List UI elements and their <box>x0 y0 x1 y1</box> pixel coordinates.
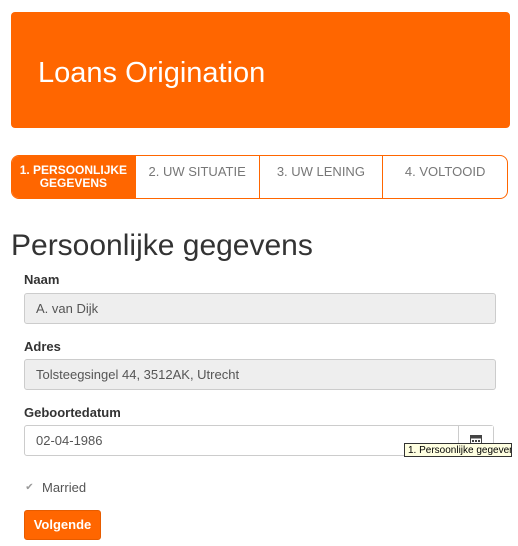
married-label: Married <box>42 480 87 495</box>
adres-label: Adres <box>24 339 61 354</box>
app-header: Loans Origination <box>11 12 510 128</box>
naam-field[interactable]: A. van Dijk <box>24 293 496 324</box>
adres-field[interactable]: Tolsteegsingel 44, 3512AK, Utrecht <box>24 359 496 390</box>
next-button[interactable]: Volgende <box>24 510 101 540</box>
step-uw-lening[interactable]: 3. UW LENING <box>260 156 384 198</box>
married-checkbox[interactable]: ✔ <box>24 482 35 493</box>
geboortedatum-value: 02-04-1986 <box>36 433 103 448</box>
step-voltooid[interactable]: 4. VOLTOOID <box>383 156 507 198</box>
wizard-steps: 1. PERSOONLIJKE GEGEVENS 2. UW SITUATIE … <box>11 155 508 199</box>
married-checkbox-row[interactable]: ✔ Married <box>24 480 86 495</box>
naam-label: Naam <box>24 272 60 287</box>
step-persoonlijke-gegevens[interactable]: 1. PERSOONLIJKE GEGEVENS <box>12 156 136 198</box>
app-title: Loans Origination <box>38 57 266 89</box>
step-1-line2: GEGEVENS <box>39 176 108 190</box>
checkmark-icon: ✔ <box>25 482 34 493</box>
page-title: Persoonlijke gegevens <box>11 229 313 262</box>
tooltip: 1. Persoonlijke gegevens <box>404 443 512 457</box>
geboortedatum-label: Geboortedatum <box>24 405 121 420</box>
step-uw-situatie[interactable]: 2. UW SITUATIE <box>136 156 260 198</box>
